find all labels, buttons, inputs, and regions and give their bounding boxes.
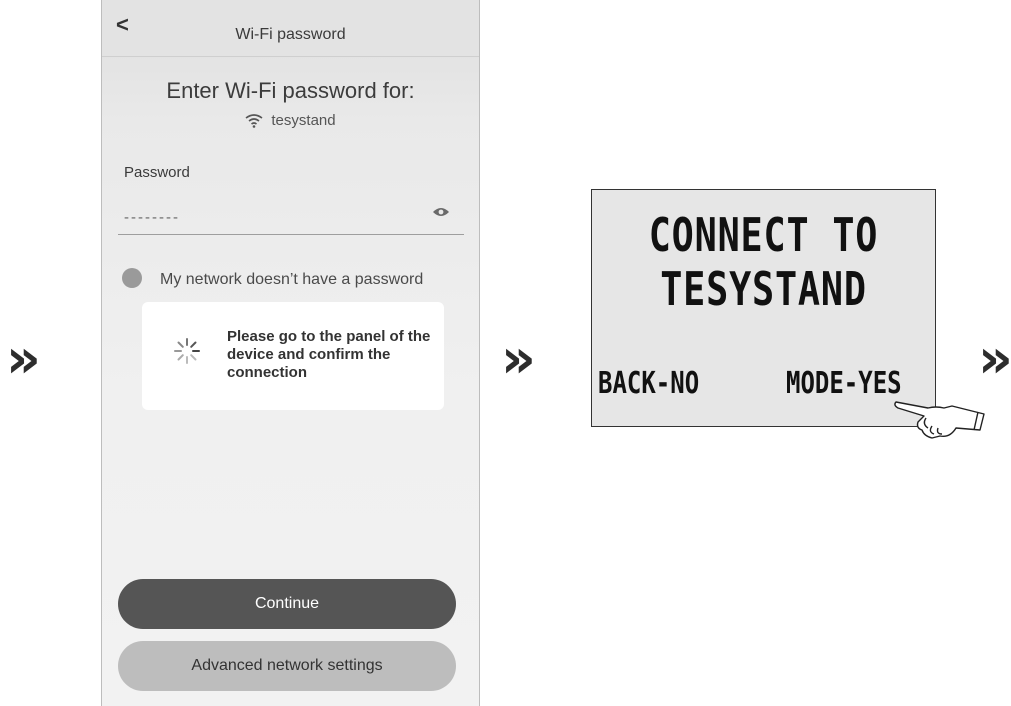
page-title: Wi-Fi password bbox=[235, 26, 346, 43]
top-bar: < Wi-Fi password bbox=[102, 0, 479, 57]
lcd-mode-option[interactable]: MODE-YES bbox=[786, 366, 902, 401]
device-lcd-panel: CONNECT TO TESYSTAND BACK-NO MODE-YES bbox=[591, 189, 936, 427]
no-password-radio[interactable] bbox=[122, 268, 142, 288]
spinner-icon bbox=[174, 338, 200, 364]
wifi-icon bbox=[245, 114, 263, 128]
confirm-connection-dialog: Please go to the panel of the device and… bbox=[142, 302, 444, 410]
password-label: Password bbox=[124, 164, 190, 181]
advanced-network-settings-button[interactable]: Advanced network settings bbox=[118, 641, 456, 691]
enter-password-heading: Enter Wi-Fi password for: bbox=[166, 78, 415, 103]
pointing-hand-icon bbox=[894, 401, 985, 439]
network-name: tesystand bbox=[271, 112, 336, 129]
step-arrow-2: » bbox=[501, 327, 536, 390]
step-arrow-1: » bbox=[6, 327, 41, 390]
eye-icon[interactable] bbox=[432, 206, 450, 218]
lcd-line-2: TESYSTAND bbox=[660, 262, 867, 316]
network-name-row: tesystand bbox=[102, 112, 479, 129]
lcd-back-option: BACK-NO bbox=[598, 366, 700, 401]
no-password-label[interactable]: My network doesn’t have a password bbox=[160, 271, 423, 289]
dialog-message: Please go to the panel of the device and… bbox=[227, 328, 431, 381]
phone-screen: < Wi-Fi password Enter Wi-Fi password fo… bbox=[101, 0, 480, 706]
step-arrow-3: » bbox=[978, 327, 1011, 390]
password-input[interactable] bbox=[118, 200, 464, 235]
lcd-line-1: CONNECT TO bbox=[648, 208, 879, 262]
continue-button[interactable]: Continue bbox=[118, 579, 456, 629]
